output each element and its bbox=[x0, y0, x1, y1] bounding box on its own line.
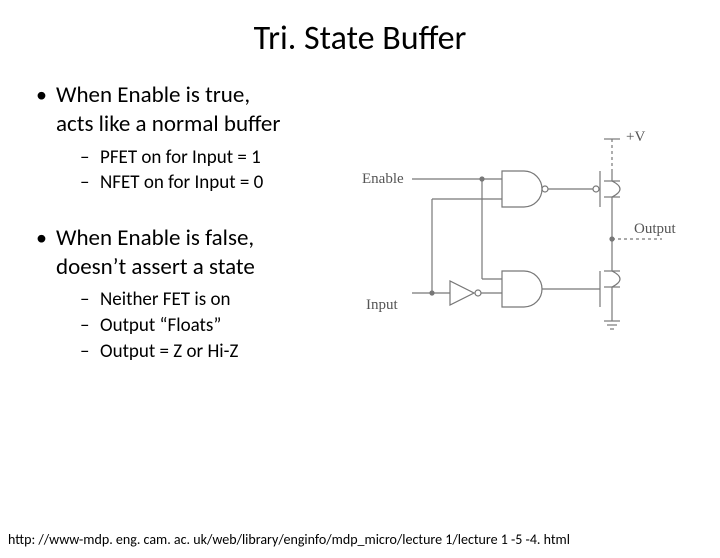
sub-bullet: PFET on for Input = 1 bbox=[56, 145, 352, 171]
label-vcc: +V bbox=[626, 129, 645, 145]
label-input: Input bbox=[366, 297, 398, 313]
bullet-line: doesn’t assert a state bbox=[56, 253, 255, 281]
sub-bullet: Output “Floats” bbox=[56, 313, 352, 339]
bullet-line: When Enable is true, bbox=[56, 81, 250, 109]
bullet-enable-true: When Enable is true, acts like a normal … bbox=[32, 81, 352, 196]
bullet-enable-false: When Enable is false, doesn’t assert a s… bbox=[32, 224, 352, 364]
text-column: When Enable is true, acts like a normal … bbox=[32, 81, 352, 392]
bullet-line: acts like a normal buffer bbox=[56, 110, 280, 138]
sub-bullet: NFET on for Input = 0 bbox=[56, 170, 352, 196]
bullet-line: When Enable is false, bbox=[56, 224, 254, 252]
label-enable: Enable bbox=[362, 171, 404, 187]
sub-bullet: Neither FET is on bbox=[56, 287, 352, 313]
circuit-diagram: Enable Input Output +V bbox=[352, 121, 696, 392]
sub-bullet: Output = Z or Hi-Z bbox=[56, 339, 352, 365]
label-output: Output bbox=[634, 221, 677, 237]
slide-title: Tri. State Buffer bbox=[0, 18, 720, 59]
